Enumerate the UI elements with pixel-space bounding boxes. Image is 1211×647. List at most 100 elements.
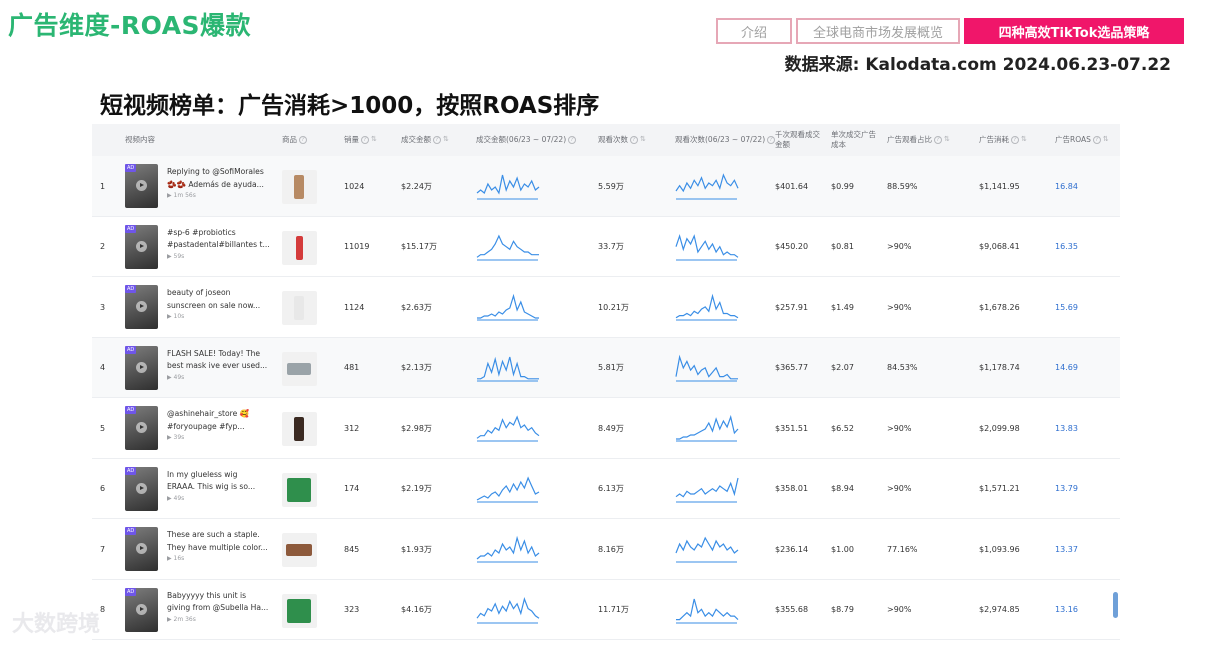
- roas-value: 15.69: [1055, 302, 1078, 312]
- video-text-line: 🫘🫘 Además de ayuda...: [167, 179, 264, 189]
- play-icon[interactable]: [136, 422, 147, 433]
- sales-value: 323: [344, 605, 360, 614]
- product-image[interactable]: [282, 170, 317, 204]
- table-body: 1 AD Replying to @SofiMorales 🫘🫘 Además de …: [92, 156, 1120, 640]
- help-icon: ?: [1011, 136, 1019, 144]
- video-thumbnail[interactable]: AD: [125, 587, 158, 632]
- cpa-value: $1.49: [831, 302, 854, 312]
- sparkline-path: [476, 174, 540, 195]
- video-thumbnail[interactable]: AD: [125, 527, 158, 571]
- table-row[interactable]: 5 AD @ashinehair_store 🥰 #foryoupage #fyp..…: [92, 398, 1120, 459]
- sales-value: 312: [344, 423, 360, 433]
- tab-selection-strategy[interactable]: 四种高效TikTok选品策略: [964, 18, 1184, 44]
- gpm-value: $450.20: [775, 242, 809, 251]
- roas-value: 13.37: [1055, 544, 1078, 554]
- video-thumbnail[interactable]: AD: [125, 466, 158, 511]
- video-description[interactable]: Babyyyyy this unit is giving from @Subell…: [167, 590, 271, 625]
- roas-value: 16.84: [1055, 181, 1078, 191]
- table-row[interactable]: 3 AD beauty of joseon sunscreen on sale now…: [92, 277, 1120, 338]
- sort-icon: ⇅: [1102, 135, 1109, 144]
- gmv-value: $2.13万: [401, 363, 432, 372]
- views-trend-sparkline: [675, 477, 739, 502]
- col-gmv[interactable]: 成交金额? ⇅: [401, 124, 449, 156]
- video-description[interactable]: beauty of joseon sunscreen on sale now...…: [167, 287, 271, 322]
- views-trend-sparkline: [676, 598, 739, 623]
- video-description[interactable]: Replying to @SofiMorales 🫘🫘 Además de ayu…: [167, 166, 271, 201]
- play-icon[interactable]: [136, 301, 147, 312]
- video-description[interactable]: These are such a staple. They have multip…: [167, 529, 271, 564]
- rank: 2: [100, 242, 106, 251]
- video-thumbnail[interactable]: AD: [125, 285, 158, 329]
- table-row[interactable]: 7 AD These are such a staple. They have mul…: [92, 519, 1120, 580]
- col-views-trend[interactable]: 观看次数(06/23 ~ 07/22)?: [675, 124, 776, 156]
- video-text-line: #foryoupage #fyp...: [167, 421, 245, 431]
- video-text-line: best mask ive ever used...: [167, 361, 268, 370]
- scrollbar[interactable]: [1113, 592, 1118, 618]
- table-row[interactable]: 4 AD FLASH SALE! Today! The best mask ive e…: [92, 337, 1120, 398]
- product-image[interactable]: [282, 472, 317, 507]
- play-icon[interactable]: [136, 603, 147, 615]
- col-roas[interactable]: 广告ROAS? ⇅: [1055, 124, 1109, 156]
- table-row[interactable]: 6 AD In my glueless wig ERAAA. This wig is …: [92, 459, 1120, 519]
- col-sales[interactable]: 销量? ⇅: [344, 124, 377, 156]
- col-ad-ratio[interactable]: 广告观看占比? ⇅: [887, 124, 950, 156]
- col-gmv-trend[interactable]: 成交金额(06/23 ~ 07/22)?: [476, 124, 577, 156]
- table-row[interactable]: 2 AD #sp-6 #probiotics #pastadental#billant…: [92, 217, 1120, 277]
- sparkline-path: [675, 354, 738, 379]
- gmv-trend-sparkline: [476, 415, 540, 442]
- video-duration: ▶ 2m 36s: [167, 615, 196, 623]
- roas-value: 13.16: [1055, 605, 1078, 614]
- product-image[interactable]: [282, 230, 317, 265]
- views-value: 10.21万: [598, 302, 629, 312]
- sort-icon: ⇅: [640, 135, 646, 144]
- col-ad-spend[interactable]: 广告消耗? ⇅: [979, 124, 1027, 156]
- product-image[interactable]: [282, 351, 317, 386]
- ad-ratio-value: >90%: [887, 605, 912, 614]
- play-icon[interactable]: [136, 482, 147, 494]
- sparkline-path: [676, 414, 739, 440]
- rank: 1: [100, 181, 106, 191]
- video-text-line: These are such a staple.: [167, 530, 260, 539]
- roas-value: 13.79: [1055, 484, 1078, 493]
- play-icon[interactable]: [136, 240, 147, 252]
- play-icon[interactable]: [136, 361, 147, 373]
- table-row[interactable]: 8 AD Babyyyyy this unit is giving from @Sub…: [92, 580, 1120, 640]
- col-cpa[interactable]: 单次成交广告成本: [831, 124, 883, 156]
- video-description[interactable]: FLASH SALE! Today! The best mask ive ever…: [167, 348, 271, 383]
- play-icon[interactable]: [136, 180, 147, 191]
- play-icon[interactable]: [136, 543, 147, 554]
- video-description[interactable]: In my glueless wig ERAAA. This wig is so.…: [167, 469, 271, 504]
- tab-intro[interactable]: 介绍: [716, 18, 792, 44]
- gmv-value: $2.98万: [401, 423, 432, 433]
- product-image[interactable]: [282, 291, 317, 325]
- ad-badge: AD: [125, 466, 137, 475]
- product-image[interactable]: [282, 593, 317, 628]
- ad-spend-value: $1,141.95: [979, 181, 1020, 191]
- section-heading: 短视频榜单：广告消耗>1000，按照ROAS排序: [100, 93, 600, 119]
- video-duration: ▶ 1m 56s: [167, 192, 196, 199]
- sparkline-path: [676, 598, 739, 620]
- video-description[interactable]: @ashinehair_store 🥰 #foryoupage #fyp... ▶ …: [167, 408, 271, 443]
- product-image[interactable]: [282, 533, 317, 567]
- rank: 8: [100, 605, 106, 614]
- video-description[interactable]: #sp-6 #probiotics #pastadental#billantes …: [167, 227, 271, 262]
- views-value: 8.49万: [598, 423, 624, 433]
- views-trend-sparkline: [675, 354, 738, 381]
- video-thumbnail[interactable]: AD: [125, 406, 158, 450]
- col-gpm[interactable]: 千次观看成交金额: [775, 124, 827, 156]
- video-duration: ▶ 59s: [167, 252, 185, 260]
- gmv-trend-sparkline: [476, 535, 540, 563]
- ad-ratio-value: 84.53%: [887, 363, 918, 372]
- product-image[interactable]: [282, 412, 317, 446]
- video-thumbnail[interactable]: AD: [125, 345, 158, 390]
- col-views[interactable]: 观看次数? ⇅: [598, 124, 646, 156]
- views-value: 11.71万: [598, 605, 629, 614]
- tab-market-overview[interactable]: 全球电商市场发展概览: [796, 18, 960, 44]
- ad-ratio-value: >90%: [887, 302, 912, 312]
- sales-value: 1124: [344, 302, 365, 312]
- video-thumbnail[interactable]: AD: [125, 164, 158, 208]
- table-row[interactable]: 1 AD Replying to @SofiMorales 🫘🫘 Además de …: [92, 156, 1120, 217]
- ad-spend-value: $1,571.21: [979, 484, 1020, 493]
- sort-icon: ⇅: [1021, 135, 1027, 144]
- video-thumbnail[interactable]: AD: [125, 224, 158, 269]
